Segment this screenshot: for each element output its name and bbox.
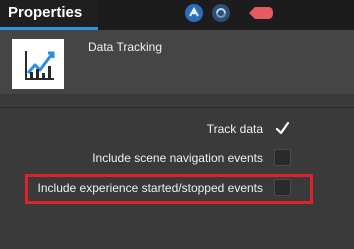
top-bar: Properties [0,0,354,30]
track-data-checkbox[interactable] [274,120,291,137]
component-title: Data Tracking [88,40,163,54]
scene-navigation-label: Include scene navigation events [92,151,263,165]
sync-icon[interactable] [212,4,230,22]
track-data-label: Track data [206,122,263,136]
properties-panel: Data Tracking Track data Include scene n… [0,30,354,249]
component-header: Data Tracking [0,30,354,94]
badge-shape-icon[interactable] [248,6,274,20]
status-icon[interactable] [185,4,203,22]
checkmark-icon [275,121,290,135]
highlight-box [25,174,313,204]
tab-properties[interactable]: Properties [0,0,98,30]
line-chart-icon [12,39,64,89]
scene-navigation-checkbox[interactable] [274,149,291,166]
divider [0,107,354,108]
tab-label: Properties [8,4,83,21]
